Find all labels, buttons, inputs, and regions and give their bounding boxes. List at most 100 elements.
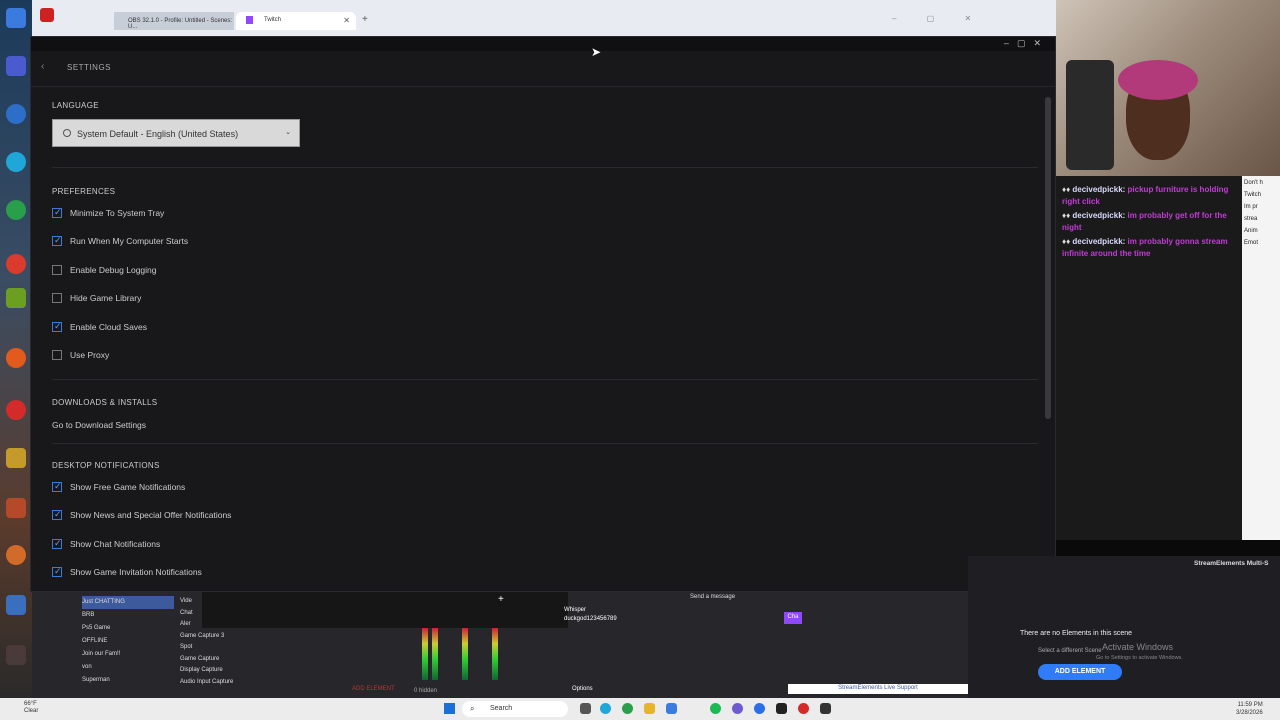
preferences-section-title: PREFERENCES	[52, 187, 116, 196]
notification-checkbox[interactable]	[52, 481, 62, 492]
scene-item[interactable]: Just CHATTING	[82, 596, 174, 609]
sekiro-icon[interactable]	[6, 645, 26, 665]
scene-item[interactable]: Ps5 Game	[82, 622, 174, 635]
preference-checkbox[interactable]	[52, 293, 62, 304]
system-clock[interactable]: 11:59 PM 3/28/2026	[1236, 701, 1263, 717]
audio-meter	[432, 628, 438, 680]
preference-label: Use Proxy	[70, 350, 110, 360]
close-tab-icon[interactable]: ✕	[343, 16, 350, 25]
terminal-icon[interactable]	[776, 703, 787, 714]
scene-item[interactable]: BRB	[82, 609, 174, 622]
source-item[interactable]: Spot	[180, 642, 400, 654]
app-taskbar-icon[interactable]	[666, 703, 677, 714]
epic-games-icon[interactable]	[820, 703, 831, 714]
obs-icon[interactable]	[6, 545, 26, 565]
source-item[interactable]: Chat	[180, 608, 400, 620]
edge-icon[interactable]	[6, 104, 26, 124]
desktop-icons	[0, 0, 32, 698]
source-item[interactable]: Vide	[180, 596, 400, 608]
language-select-value: System Default - English (United States)	[77, 129, 239, 139]
window-titlebar[interactable]: –▢✕	[31, 37, 1055, 51]
add-element-button[interactable]: ADD ELEMENT	[1038, 664, 1122, 680]
edge-beta-taskbar-icon[interactable]	[622, 703, 633, 714]
window-controls[interactable]: –▢✕	[1004, 38, 1049, 49]
preference-checkbox[interactable]	[52, 207, 62, 218]
hidden-count: 0 hidden	[414, 688, 438, 694]
notification-label: Show News and Special Offer Notification…	[70, 510, 232, 521]
spotify-icon[interactable]	[710, 703, 721, 714]
minimize-icon[interactable]: –	[1004, 38, 1017, 48]
notifications-section-title: DESKTOP NOTIFICATIONS	[52, 461, 160, 470]
windows-start-icon[interactable]	[444, 703, 455, 714]
new-tab-icon[interactable]: +	[362, 14, 368, 25]
edge-beta-icon[interactable]	[6, 200, 26, 220]
source-item[interactable]: Game Capture 3	[180, 631, 400, 643]
chat-button[interactable]: Cha	[784, 612, 802, 624]
divider	[52, 443, 1038, 444]
preference-checkbox[interactable]	[52, 264, 62, 275]
browser-window-controls[interactable]: – ▢ ✕	[892, 14, 985, 23]
edge-taskbar-icon[interactable]	[600, 703, 611, 714]
discord-icon[interactable]	[732, 703, 743, 714]
add-icon[interactable]: +	[498, 594, 504, 605]
chat-message: ♦♦ decivedpickk: pickup furniture is hol…	[1062, 185, 1229, 206]
source-item[interactable]: Game Capture	[180, 654, 400, 666]
divider	[52, 379, 1038, 380]
notification-checkbox[interactable]	[52, 509, 62, 521]
recycle-bin-icon[interactable]	[6, 8, 26, 28]
preference-checkbox[interactable]	[52, 321, 62, 332]
scene-list: Just CHATTING BRB Ps5 Game OFFLINE Join our …	[82, 596, 174, 687]
preference-checkbox[interactable]	[52, 235, 62, 247]
games-folder-icon[interactable]	[6, 448, 26, 468]
obs-taskbar-icon[interactable]	[798, 703, 809, 714]
tab-obs[interactable]: OBS 32.1.0 - Profile: Untitled - Scenes:…	[114, 12, 234, 30]
scene-item[interactable]: Superman	[82, 674, 174, 687]
preference-checkbox[interactable]	[52, 350, 62, 360]
weather-desc: Clear	[24, 708, 39, 714]
weather-widget[interactable]: 66°F Clear	[24, 701, 38, 715]
file-explorer-icon[interactable]	[644, 703, 655, 714]
edge-browser-icon[interactable]	[6, 152, 26, 172]
app-shortcut-icon[interactable]	[6, 595, 26, 615]
se-support-button[interactable]: StreamElements Live Support	[788, 684, 968, 694]
chrome-icon[interactable]	[6, 254, 26, 274]
chat-message: ♦♦ decivedpickk: im probably gonna strea…	[1062, 237, 1228, 258]
scrollbar[interactable]	[1045, 97, 1051, 419]
send-message-input[interactable]: Send a message	[684, 592, 800, 604]
taskbar-search[interactable]: ⌕ Search	[462, 701, 568, 717]
tab-twitch[interactable]: Twitch ✕	[236, 12, 356, 30]
chair	[1066, 60, 1114, 170]
nvidia-icon[interactable]	[6, 288, 26, 308]
notification-checkbox[interactable]	[52, 538, 62, 549]
app-blue-icon[interactable]	[754, 703, 765, 714]
activate-windows-sub: Go to Settings to activate Windows.	[1096, 655, 1183, 661]
se-select-text: Select a different Scene	[1038, 648, 1102, 654]
add-element-label[interactable]: ADD ELEMENT	[352, 686, 395, 692]
download-settings-link[interactable]: Go to Download Settings	[52, 420, 146, 430]
close-icon[interactable]: ✕	[1033, 38, 1049, 48]
notification-checkbox[interactable]	[52, 566, 62, 578]
audio-mixer	[418, 628, 508, 680]
back-arrow-icon[interactable]: ‹	[41, 61, 44, 72]
task-view-icon[interactable]	[580, 703, 591, 714]
source-item[interactable]: Display Capture	[180, 665, 400, 677]
scene-item[interactable]: von	[82, 661, 174, 674]
side-panel-text: Don't h	[1244, 180, 1263, 186]
riot-client-icon[interactable]	[6, 400, 26, 420]
source-item[interactable]: Aler	[180, 619, 400, 631]
chat-message: ♦♦ decivedpickk: im probably get off for…	[1062, 211, 1227, 232]
side-panel-text: Im pr	[1244, 204, 1258, 210]
scene-item[interactable]: Join our Fam!!	[82, 648, 174, 661]
app-icon[interactable]	[6, 348, 26, 368]
search-label: Search	[490, 705, 513, 712]
chat-overlay: ♦♦ decivedpickk: pickup furniture is hol…	[1056, 176, 1242, 540]
maximize-icon[interactable]: ▢	[1017, 38, 1034, 48]
chevron-down-icon: ⌄	[285, 129, 291, 136]
scene-item[interactable]: OFFLINE	[82, 635, 174, 648]
options-button[interactable]: Options	[572, 686, 593, 692]
downloads-section-title: DOWNLOADS & INSTALLS	[52, 398, 158, 407]
app-grid-icon[interactable]	[6, 56, 26, 76]
language-select[interactable]: System Default - English (United States)…	[52, 119, 300, 147]
game-icon[interactable]	[6, 498, 26, 518]
whisper-panel[interactable]: Whisper duckgod123456789	[564, 606, 617, 624]
